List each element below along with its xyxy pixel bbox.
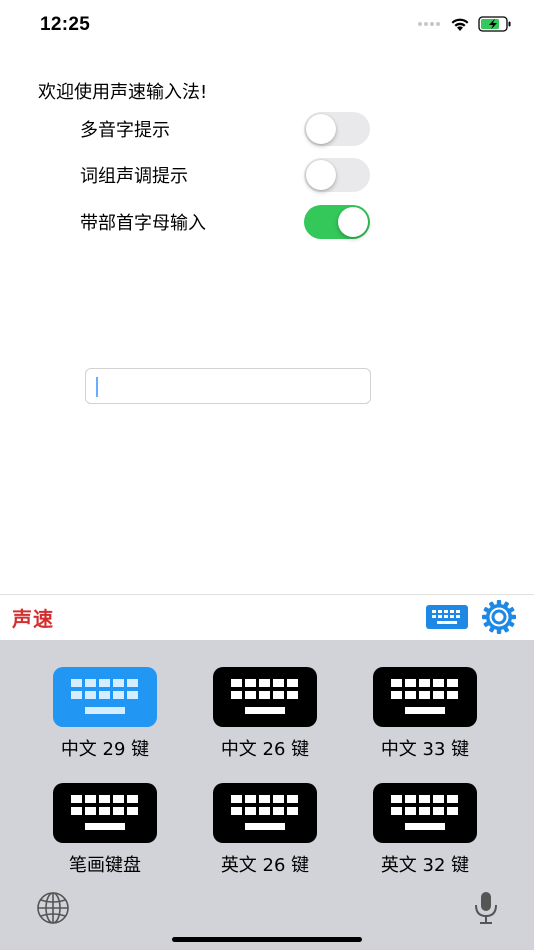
microphone-icon[interactable] xyxy=(472,890,500,926)
radical-letter-input-toggle[interactable] xyxy=(304,205,370,239)
keyboard-glyph-icon xyxy=(391,679,458,714)
keyboard-icon xyxy=(213,667,317,727)
status-bar: 12:25 xyxy=(0,0,534,54)
phrase-tone-hint-toggle[interactable] xyxy=(304,158,370,192)
setting-label: 多音字提示 xyxy=(80,120,170,141)
keyboard-glyph-icon xyxy=(71,795,138,830)
status-icons xyxy=(418,16,512,32)
text-input[interactable] xyxy=(85,368,371,404)
text-caret xyxy=(96,377,98,397)
keyboard-option-cn33[interactable]: 中文 33 键 xyxy=(360,667,490,761)
keyboard-option-label: 英文 32 键 xyxy=(380,855,470,876)
keyboard-icon xyxy=(373,667,477,727)
keyboard-icon xyxy=(213,783,317,843)
keyboard-glyph-icon xyxy=(231,795,298,830)
setting-label: 带部首字母输入 xyxy=(80,213,206,234)
keyboard-icon xyxy=(53,783,157,843)
keyboard-option-label: 中文 33 键 xyxy=(380,739,470,760)
keyboard-selector-panel: 中文 29 键 中文 26 键 中文 33 键 笔画键盘 英文 26 键 英文 … xyxy=(0,640,534,950)
toggle-knob xyxy=(306,114,336,144)
keyboard-option-stroke[interactable]: 笔画键盘 xyxy=(40,783,170,877)
polyphone-hint-toggle[interactable] xyxy=(304,112,370,146)
keyboard-glyph-icon xyxy=(71,679,138,714)
welcome-text: 欢迎使用声速输入法! xyxy=(38,82,208,103)
keyboard-option-en32[interactable]: 英文 32 键 xyxy=(360,783,490,877)
keyboard-switch-icon[interactable] xyxy=(426,605,468,629)
status-time: 12:25 xyxy=(40,14,91,35)
setting-row-radical-input: 带部首字母输入 xyxy=(80,205,370,239)
keyboard-option-en26[interactable]: 英文 26 键 xyxy=(200,783,330,877)
toggle-knob xyxy=(338,207,368,237)
keyboard-glyph-icon xyxy=(231,679,298,714)
toggle-knob xyxy=(306,160,336,190)
keyboard-icon xyxy=(373,783,477,843)
cellular-signal-icon xyxy=(418,22,440,26)
brand-logo: 声速 xyxy=(12,607,54,631)
keyboard-icon xyxy=(53,667,157,727)
setting-row-polyphone: 多音字提示 xyxy=(80,112,370,146)
keyboard-option-cn29[interactable]: 中文 29 键 xyxy=(40,667,170,761)
home-indicator xyxy=(172,937,362,942)
keyboard-option-label: 笔画键盘 xyxy=(69,855,141,876)
keyboard-option-cn26[interactable]: 中文 26 键 xyxy=(200,667,330,761)
keyboard-glyph-icon xyxy=(391,795,458,830)
setting-row-phrase-tone: 词组声调提示 xyxy=(80,158,370,192)
globe-icon[interactable] xyxy=(36,891,70,925)
keyboard-option-label: 中文 26 键 xyxy=(220,739,310,760)
keyboard-option-label: 英文 26 键 xyxy=(220,855,310,876)
wifi-icon xyxy=(451,18,469,31)
keyboard-option-label: 中文 29 键 xyxy=(60,739,150,760)
battery-charging-icon xyxy=(478,16,511,32)
keyboard-toolbar: 声速 xyxy=(0,594,534,640)
gear-icon[interactable] xyxy=(482,600,516,634)
setting-label: 词组声调提示 xyxy=(80,166,188,187)
